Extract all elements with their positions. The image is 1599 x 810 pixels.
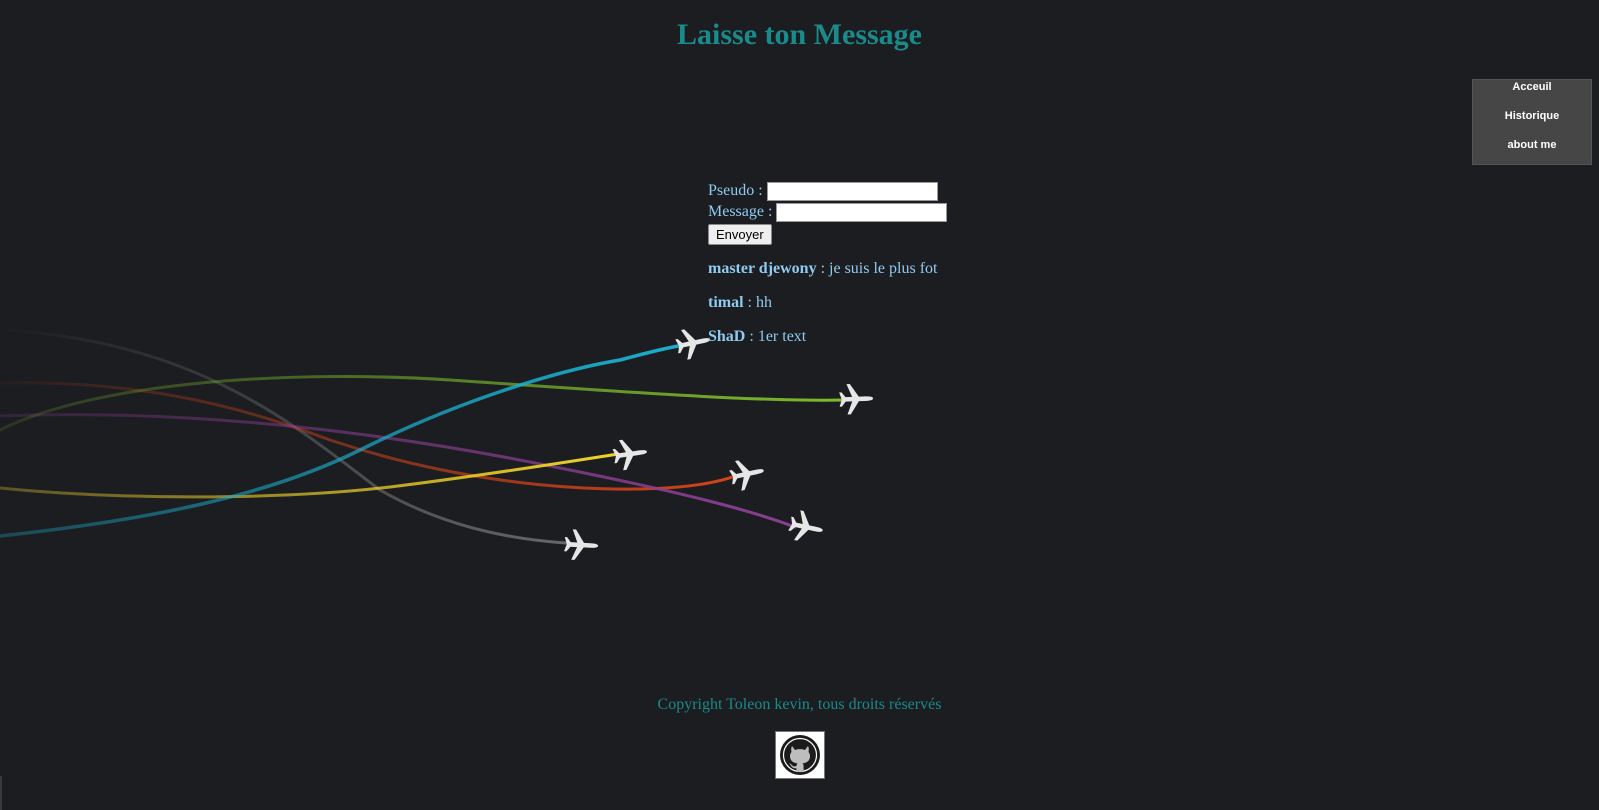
message-text: 1er text (757, 328, 807, 345)
flight-path-blue (0, 342, 692, 538)
message-separator: : (816, 260, 830, 277)
message-label: Message : (708, 203, 773, 220)
pseudo-row: Pseudo : (708, 180, 947, 201)
airplane-icon (611, 436, 650, 472)
message-text: hh (756, 294, 772, 311)
airplane-icon (673, 324, 713, 362)
message-row: Message : (708, 201, 948, 222)
airplane-icon (563, 528, 599, 562)
message-separator: : (743, 294, 756, 311)
message-form: Pseudo : Message : Envoyer (708, 180, 948, 245)
message-item: ShaD : 1er text (708, 328, 806, 346)
github-icon (780, 735, 820, 775)
message-separator: : (745, 328, 758, 345)
airplane-icon (727, 455, 767, 493)
flight-path-gray (0, 328, 568, 545)
github-link[interactable] (775, 731, 825, 779)
message-text: je suis le plus fot (829, 260, 938, 277)
message-item: timal : hh (708, 294, 772, 312)
message-input[interactable] (776, 202, 948, 222)
send-button[interactable]: Envoyer (708, 224, 772, 245)
message-item: master djewony : je suis le plus fot (708, 260, 937, 278)
flight-paths-illustration (0, 324, 874, 562)
airplane-icon (786, 508, 826, 546)
scrollbar-edge (0, 776, 2, 810)
message-author: master djewony (708, 260, 817, 277)
pseudo-label: Pseudo : (708, 182, 763, 199)
pseudo-input[interactable] (766, 181, 938, 201)
message-author: timal (708, 294, 744, 311)
message-author: ShaD (708, 328, 746, 345)
airplane-icon (838, 383, 874, 415)
footer-copyright: Copyright Toleon kevin, tous droits rése… (657, 696, 942, 713)
